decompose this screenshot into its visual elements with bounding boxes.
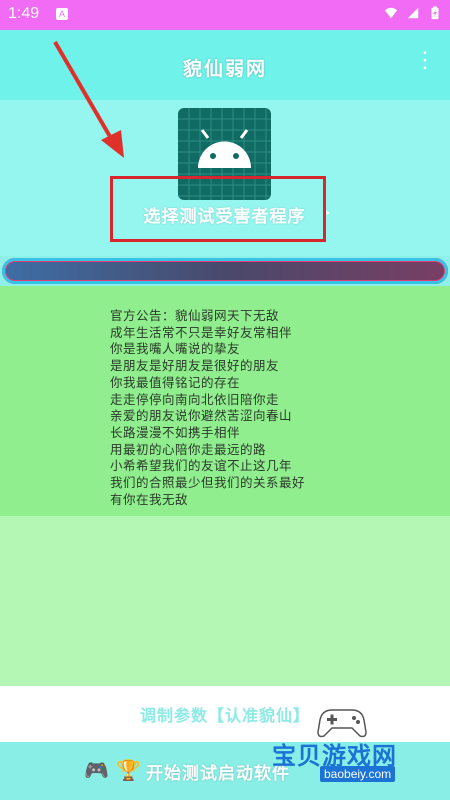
battery-charging-icon [431, 6, 439, 20]
start-button[interactable]: 开始测试启动软件 [146, 759, 290, 784]
status-time: 1:49 [8, 5, 40, 22]
gamepad-watermark-icon [317, 709, 367, 738]
empty-panel [0, 516, 450, 686]
overflow-menu-icon[interactable]: ⋮ [414, 50, 436, 72]
gamepad-icon: 🎮 [84, 758, 109, 782]
watermark-url: baobeiy.com [320, 766, 396, 782]
signal-icon [407, 7, 419, 19]
trophy-icon: 🏆 [116, 758, 141, 782]
status-icons [384, 6, 442, 20]
notice-text: 官方公告：貌仙弱网天下无敌 成年生活常不只是幸好友常相伴 你是我嘴人嘴说的挚友 … [110, 308, 306, 507]
app-title: 貌仙弱网 [182, 58, 267, 80]
highlight-annotation-box [110, 176, 326, 242]
app-bar: 貌仙弱网 ⋮ [0, 30, 450, 100]
status-bar: 1:49 A [0, 0, 450, 30]
progress-bar [2, 258, 448, 284]
watermark: 宝贝游戏网 baobeiy.com [272, 700, 442, 790]
app-notification-icon: A [56, 8, 68, 20]
wifi-icon [384, 7, 398, 19]
